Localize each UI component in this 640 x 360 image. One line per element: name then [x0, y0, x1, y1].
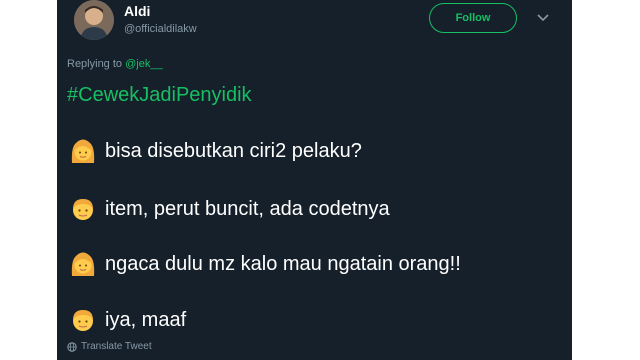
follow-button[interactable]: Follow	[429, 3, 517, 33]
man-face-icon	[73, 199, 93, 220]
replying-to-label: Replying to	[67, 58, 123, 70]
tweet-line-text: item, perut buncit, ada codetnya	[105, 197, 390, 220]
man-face-icon	[73, 310, 93, 331]
woman-face-icon	[71, 139, 95, 163]
user-display-name[interactable]: Aldi	[124, 3, 150, 19]
translate-tweet-label: Translate Tweet	[81, 341, 152, 352]
chevron-down-icon[interactable]	[533, 8, 553, 28]
woman-face-icon	[71, 252, 95, 276]
tweet-line-text: iya, maaf	[105, 308, 187, 331]
globe-icon	[67, 341, 77, 352]
reply-mention-link[interactable]: @jek__	[125, 58, 162, 70]
hashtag-link[interactable]: #CewekJadiPenyidik	[67, 84, 252, 107]
translate-tweet-link[interactable]: Translate Tweet	[67, 341, 152, 352]
tweet-line: bisa disebutkan ciri2 pelaku?	[69, 136, 362, 166]
avatar-photo	[74, 0, 114, 40]
tweet-line: iya, maaf	[69, 305, 186, 335]
tweet-line: ngaca dulu mz kalo mau ngatain orang!!	[69, 249, 461, 279]
tweet-card: Aldi @officialdilakw Follow Replying to …	[57, 0, 572, 360]
tweet-line: item, perut buncit, ada codetnya	[69, 194, 390, 224]
replying-to: Replying to @jek__	[67, 58, 163, 70]
tweet-line-text: ngaca dulu mz kalo mau ngatain orang!!	[105, 252, 461, 275]
tweet-line-text: bisa disebutkan ciri2 pelaku?	[105, 139, 362, 162]
user-handle[interactable]: @officialdilakw	[124, 23, 197, 35]
avatar[interactable]	[74, 0, 114, 40]
